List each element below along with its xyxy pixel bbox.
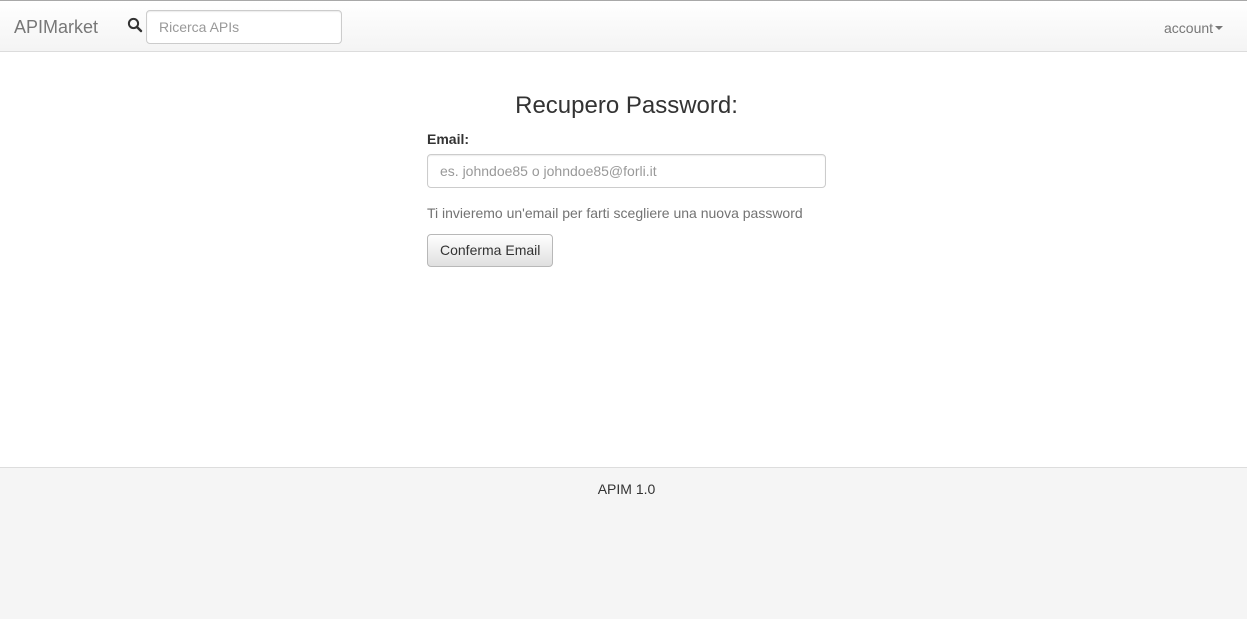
caret-down-icon [1215, 26, 1224, 31]
search-input[interactable] [146, 10, 342, 44]
footer: APIM 1.0 [0, 467, 1247, 619]
account-dropdown[interactable]: account [1164, 18, 1224, 38]
confirm-email-button[interactable]: Conferma Email [427, 234, 554, 267]
email-label: Email: [427, 131, 470, 147]
footer-version: APIM 1.0 [597, 481, 656, 497]
navbar: APIMarket account [0, 0, 1247, 52]
brand-link[interactable]: APIMarket [14, 17, 98, 37]
help-text: Ti invieremo un'email per farti sceglier… [427, 205, 803, 221]
email-field[interactable] [427, 154, 826, 188]
page-title: Recupero Password: [515, 92, 738, 119]
account-label: account [1164, 20, 1214, 36]
search-icon [127, 17, 143, 33]
